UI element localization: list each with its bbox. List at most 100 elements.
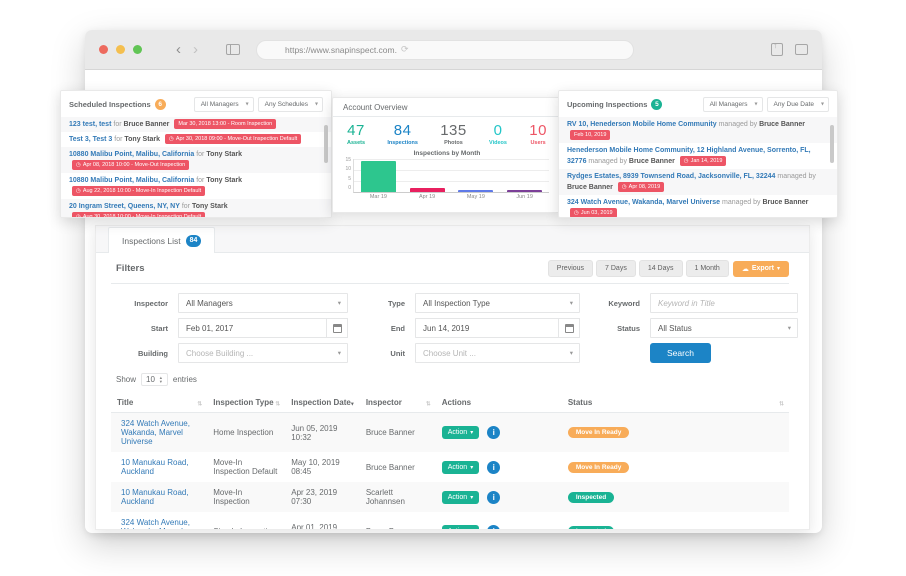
action-button[interactable]: Action bbox=[442, 461, 479, 474]
inspection-title-link[interactable]: 10 Manukau Road, Auckland bbox=[121, 488, 189, 506]
clock-icon bbox=[76, 187, 81, 195]
property-link[interactable]: 20 Ingram Street, Queens, NY, NY bbox=[69, 203, 180, 210]
start-date-field[interactable]: Feb 01, 2017 bbox=[178, 318, 348, 338]
due-date-badge: Apr 08, 2019 bbox=[618, 182, 664, 192]
stat-label: Assets bbox=[347, 140, 365, 146]
minimize-window-button[interactable] bbox=[116, 45, 125, 54]
new-tab-icon[interactable] bbox=[795, 44, 808, 55]
sort-icon[interactable] bbox=[779, 398, 784, 407]
property-link[interactable]: Rydges Estates, 8939 Townsend Road, Jack… bbox=[567, 173, 775, 180]
action-button[interactable]: Action bbox=[442, 491, 479, 504]
property-link[interactable]: Test 3, Test 3 bbox=[69, 136, 112, 143]
column-header[interactable]: Inspector bbox=[360, 393, 436, 413]
inspector-select[interactable]: All Managers bbox=[178, 293, 348, 313]
scheduled-list-item[interactable]: 10880 Malibu Point, Malibu, California f… bbox=[61, 173, 331, 199]
upcoming-list-item[interactable]: Rydges Estates, 8939 Townsend Road, Jack… bbox=[559, 169, 837, 195]
share-icon[interactable] bbox=[771, 43, 783, 56]
column-header[interactable]: Actions bbox=[436, 393, 562, 413]
scheduled-manager-select[interactable]: All Managers bbox=[194, 97, 254, 112]
status-badge: Move In Ready bbox=[568, 462, 630, 473]
forward-icon[interactable]: › bbox=[187, 42, 204, 57]
range-button-group: Previous7 Days14 Days1 Month bbox=[548, 260, 729, 277]
scrollbar-thumb[interactable] bbox=[324, 125, 328, 163]
upcoming-due-date-select[interactable]: Any Due Date bbox=[767, 97, 829, 112]
stat-value: 47 bbox=[347, 122, 365, 139]
x-tick: Jun 19 bbox=[500, 194, 549, 200]
property-link[interactable]: 123 test, test bbox=[69, 121, 111, 128]
info-icon[interactable] bbox=[487, 461, 500, 474]
inspection-title-link[interactable]: 10 Manukau Road, Auckland bbox=[121, 458, 189, 476]
export-button[interactable]: Export bbox=[733, 261, 789, 277]
sort-icon[interactable] bbox=[350, 398, 355, 407]
inspection-title-link[interactable]: 324 Watch Avenue, Wakanda, Marvel Univer… bbox=[121, 419, 190, 446]
column-header[interactable]: Title bbox=[111, 393, 207, 413]
range-button[interactable]: 1 Month bbox=[686, 260, 729, 277]
property-link[interactable]: RV 10, Henederson Mobile Home Community bbox=[567, 121, 717, 128]
status-label: Status bbox=[617, 324, 640, 333]
cloud-download-icon bbox=[742, 265, 749, 273]
column-header[interactable]: Inspection Date bbox=[285, 393, 360, 413]
entries-count-stepper[interactable]: 10 ▲▼ bbox=[141, 373, 168, 386]
maximize-window-button[interactable] bbox=[133, 45, 142, 54]
address-bar[interactable]: https://www.snapinspect.com. bbox=[256, 40, 634, 60]
status-select[interactable]: All Status bbox=[650, 318, 798, 338]
calendar-icon[interactable] bbox=[326, 318, 348, 338]
sort-icon[interactable] bbox=[426, 398, 431, 407]
property-link[interactable]: 324 Watch Avenue, Wakanda, Marvel Univer… bbox=[567, 199, 720, 206]
upcoming-list-item[interactable]: Henederson Mobile Home Community, 12 Hig… bbox=[559, 143, 837, 169]
inspections-chart: 151050 bbox=[341, 159, 549, 193]
search-button[interactable]: Search bbox=[650, 343, 711, 363]
building-label: Building bbox=[138, 349, 168, 358]
status-badge: Inspected bbox=[568, 492, 614, 503]
inspection-type-cell: Simple Inspection bbox=[207, 512, 285, 530]
stat: 10 Users bbox=[529, 122, 547, 146]
building-select[interactable]: Choose Building ... bbox=[178, 343, 348, 363]
type-select[interactable]: All Inspection Type bbox=[415, 293, 580, 313]
column-header[interactable]: Status bbox=[562, 393, 789, 413]
sort-icon[interactable] bbox=[275, 398, 280, 407]
chart-bar bbox=[458, 190, 493, 192]
chart-bar-slot bbox=[354, 159, 403, 192]
info-icon[interactable] bbox=[487, 491, 500, 504]
back-icon[interactable]: ‹ bbox=[170, 42, 187, 57]
range-button[interactable]: 14 Days bbox=[639, 260, 683, 277]
tab-inspections-list[interactable]: Inspections List 84 bbox=[108, 227, 215, 253]
clock-icon bbox=[169, 135, 174, 143]
calendar-icon[interactable] bbox=[558, 318, 580, 338]
sort-icon[interactable] bbox=[197, 398, 202, 407]
keyword-label: Keyword bbox=[608, 299, 640, 308]
scheduled-list-item[interactable]: Test 3, Test 3 for Tony Stark Apr 30, 20… bbox=[61, 132, 331, 147]
stepper-arrows-icon: ▲▼ bbox=[159, 376, 163, 384]
info-icon[interactable] bbox=[487, 525, 500, 530]
scrollbar-thumb[interactable] bbox=[830, 125, 834, 163]
chart-x-axis: Mar 19Apr 19May 19Jun 19 bbox=[354, 194, 549, 200]
refresh-icon[interactable] bbox=[401, 44, 409, 55]
column-header[interactable]: Inspection Type bbox=[207, 393, 285, 413]
end-date-field[interactable]: Jun 14, 2019 bbox=[415, 318, 580, 338]
upcoming-list-item[interactable]: 324 Watch Avenue, Wakanda, Marvel Univer… bbox=[559, 195, 837, 218]
scheduled-list-item[interactable]: 10880 Malibu Point, Malibu, California f… bbox=[61, 147, 331, 173]
keyword-input[interactable] bbox=[658, 299, 781, 308]
range-button[interactable]: Previous bbox=[548, 260, 593, 277]
upcoming-manager-select[interactable]: All Managers bbox=[703, 97, 763, 112]
property-link[interactable]: 10880 Malibu Point, Malibu, California bbox=[69, 151, 194, 158]
scheduled-list-item[interactable]: 20 Ingram Street, Queens, NY, NY for Ton… bbox=[61, 199, 331, 218]
scheduled-list-item[interactable]: 123 test, test for Bruce Banner Mar 30, … bbox=[61, 117, 331, 132]
stat-label: Users bbox=[529, 140, 547, 146]
sidebar-toggle-icon[interactable] bbox=[226, 44, 240, 55]
stat: 47 Assets bbox=[347, 122, 365, 146]
unit-select[interactable]: Choose Unit ... bbox=[415, 343, 580, 363]
range-button[interactable]: 7 Days bbox=[596, 260, 636, 277]
schedule-date-badge: Apr 30, 2018 09:00 - Move-Out Inspection… bbox=[165, 134, 301, 144]
stat-label: Videos bbox=[489, 140, 507, 146]
scheduled-schedule-select[interactable]: Any Schedules bbox=[258, 97, 323, 112]
inspection-title-link[interactable]: 324 Watch Avenue, Wakanda, Marvel Univer… bbox=[121, 518, 190, 530]
info-icon[interactable] bbox=[487, 426, 500, 439]
action-button[interactable]: Action bbox=[442, 426, 479, 439]
close-window-button[interactable] bbox=[99, 45, 108, 54]
property-link[interactable]: 10880 Malibu Point, Malibu, California bbox=[69, 177, 194, 184]
chart-plot bbox=[353, 159, 549, 193]
upcoming-list-item[interactable]: RV 10, Henederson Mobile Home Community … bbox=[559, 117, 837, 143]
action-button[interactable]: Action bbox=[442, 525, 479, 530]
schedule-date-badge: Aug 30, 2018 10:00 - Move-In Inspection … bbox=[72, 212, 205, 218]
